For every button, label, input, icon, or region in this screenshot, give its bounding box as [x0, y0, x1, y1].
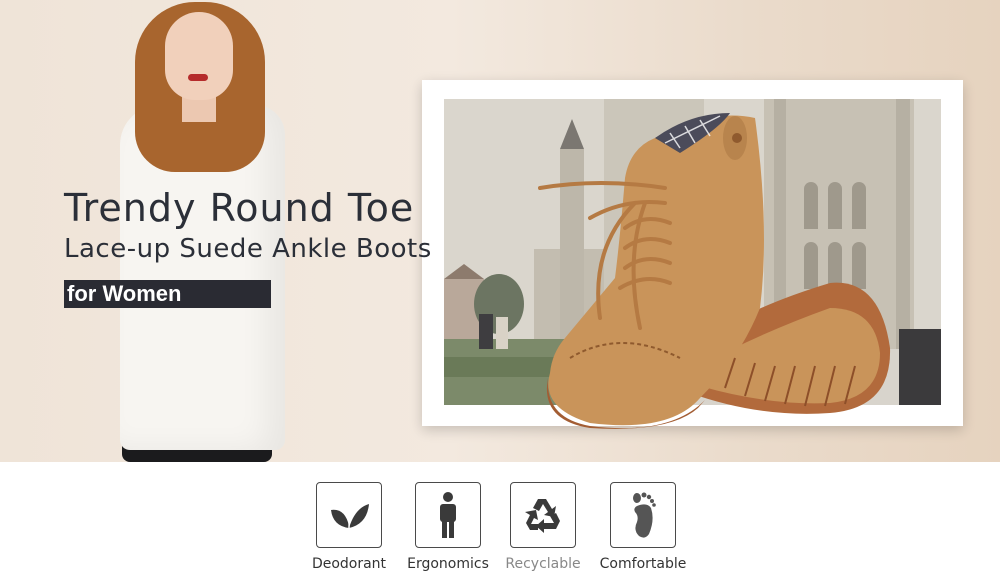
recycle-icon: [510, 482, 576, 548]
leaf-icon: [316, 482, 382, 548]
hero-banner: Trendy Round Toe Lace-up Suede Ankle Boo…: [0, 0, 1000, 462]
person-icon: [415, 482, 481, 548]
product-banner-page: Trendy Round Toe Lace-up Suede Ankle Boo…: [0, 0, 1000, 585]
audience-tag: for Women: [64, 280, 271, 308]
feature-comfortable: Comfortable: [590, 482, 700, 582]
feature-strip: Deodorant Ergonomics Recyclable Comforta…: [0, 462, 1000, 585]
feature-label: Comfortable: [599, 556, 687, 572]
product-title: Trendy Round Toe: [64, 186, 415, 230]
model-photo: [110, 0, 300, 462]
product-subtitle: Lace-up Suede Ankle Boots: [64, 234, 432, 264]
ankle-boot-image: [538, 113, 891, 429]
footprint-icon: [610, 482, 676, 548]
